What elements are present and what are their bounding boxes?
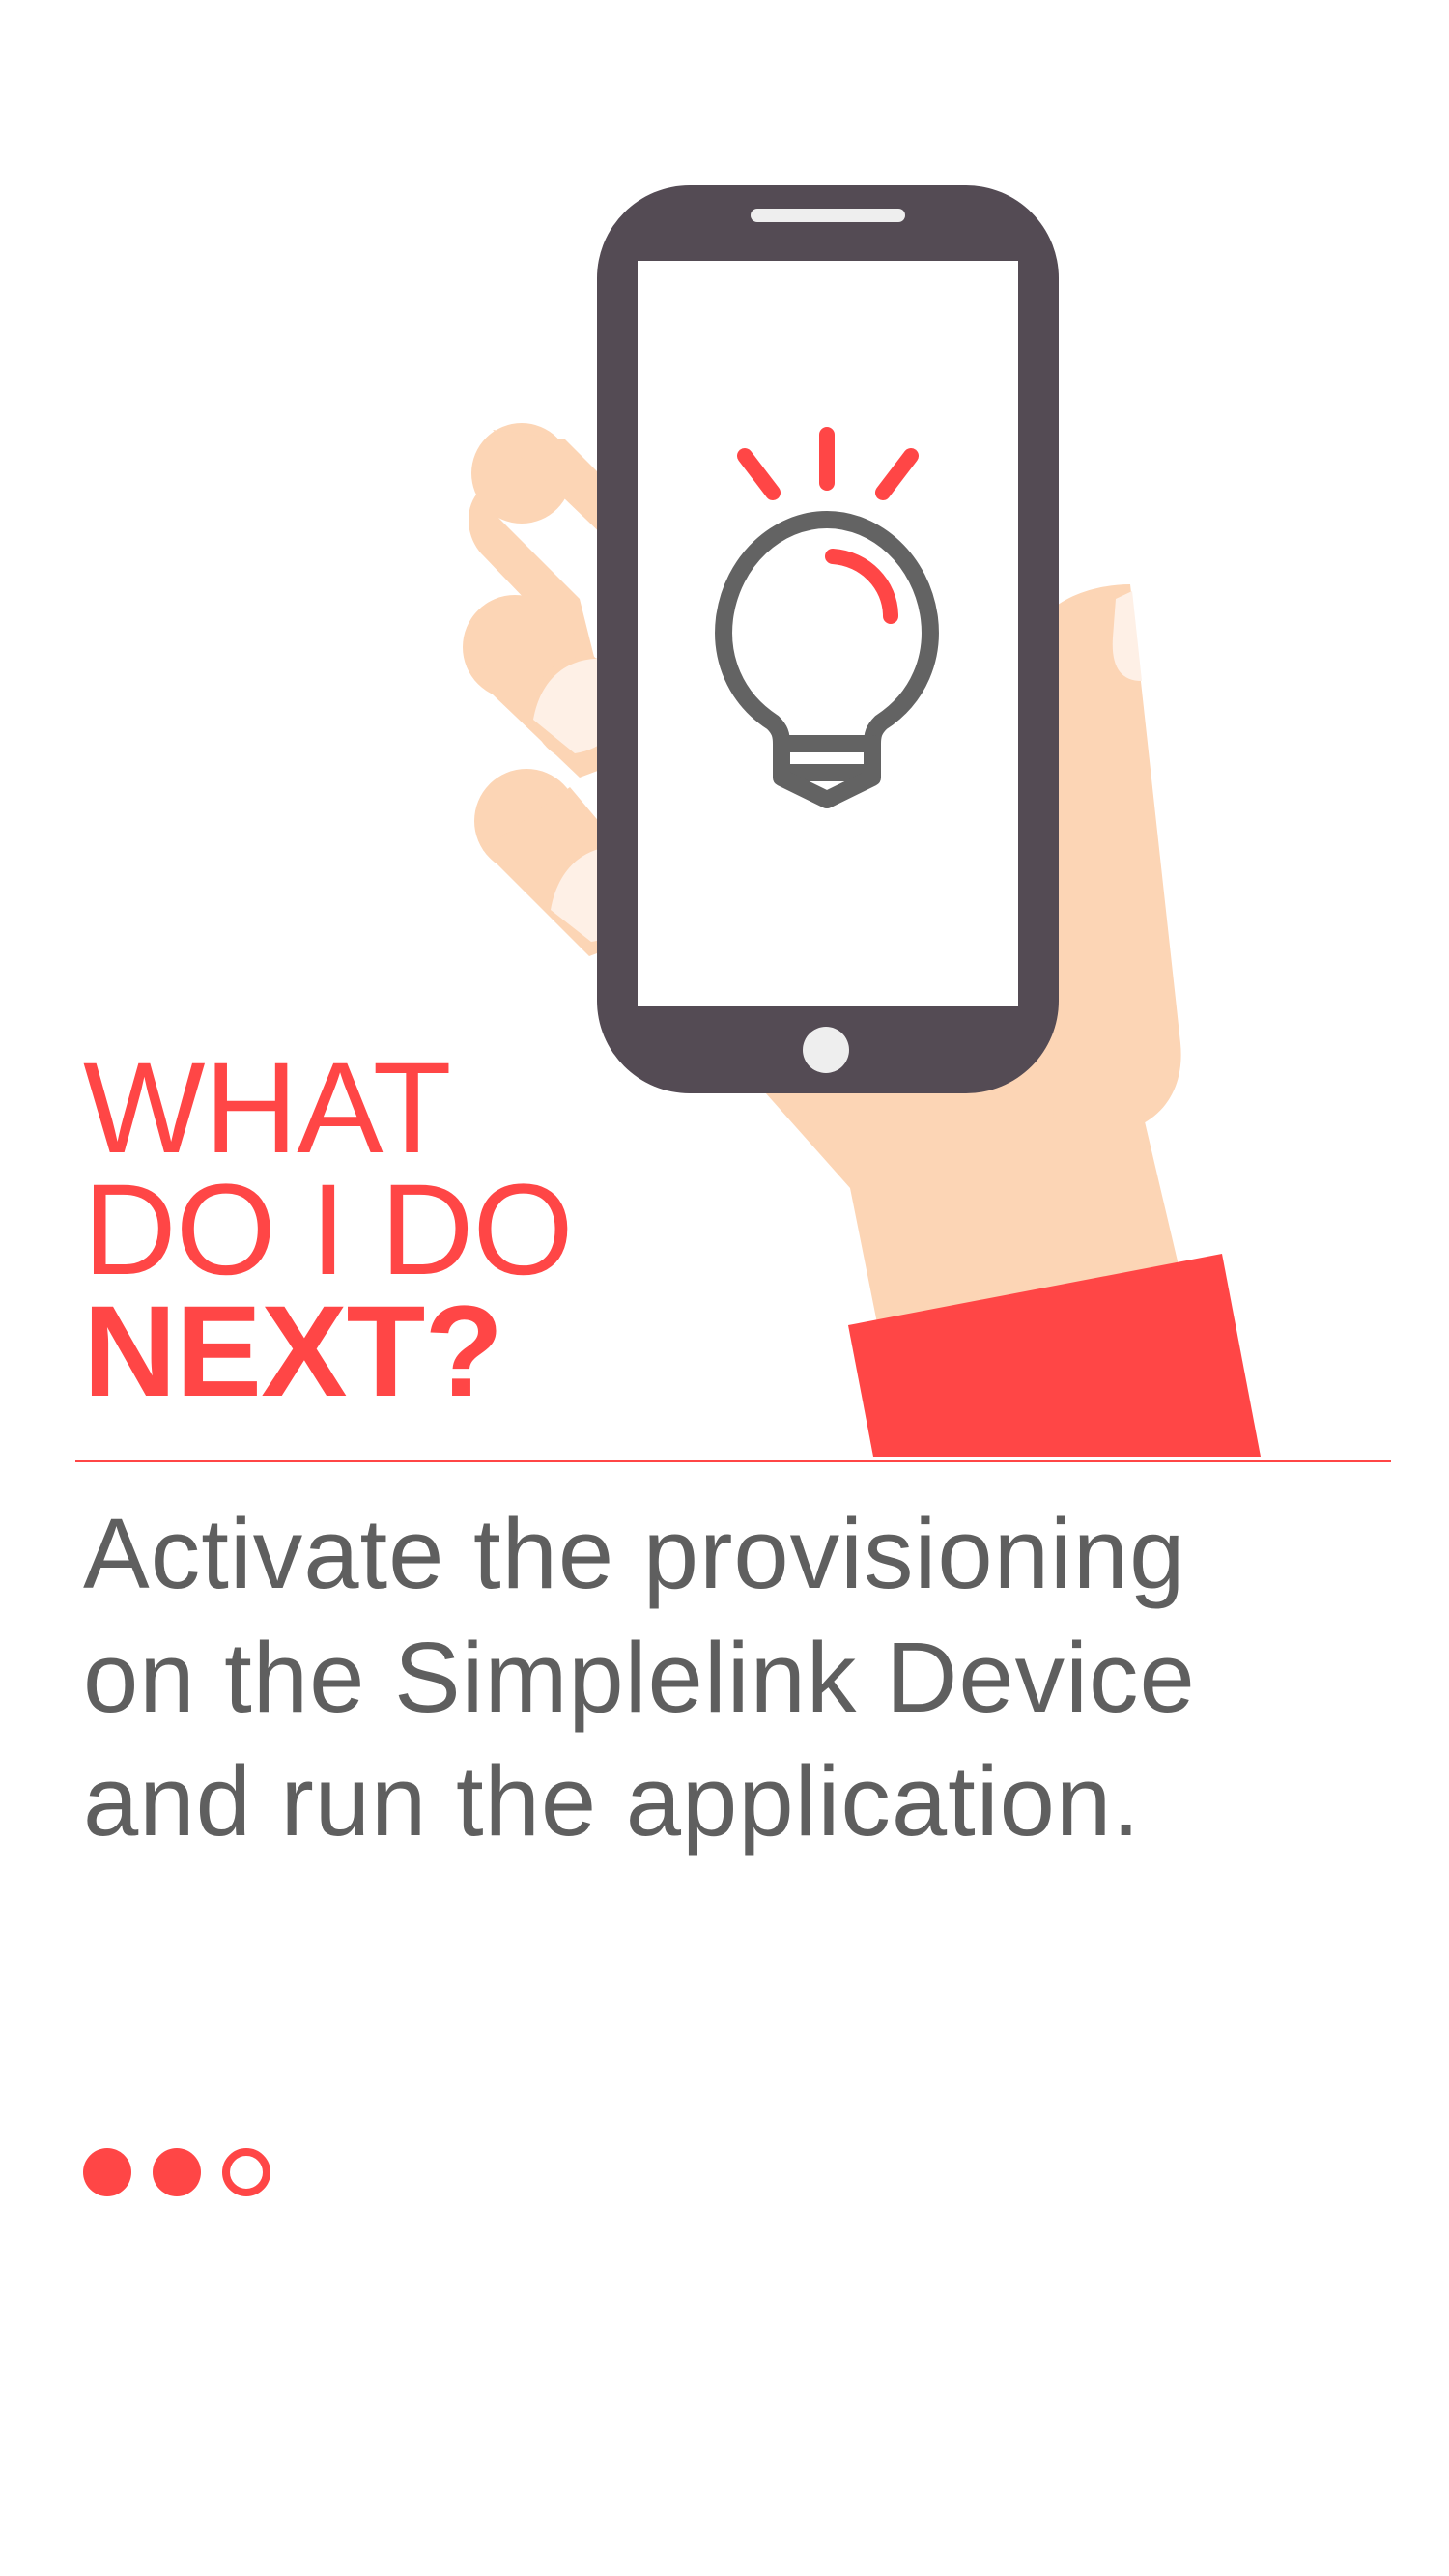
headline-line-3: NEXT? [83, 1280, 503, 1424]
headline-line-1: WHAT [83, 1036, 452, 1180]
phone-screen [638, 261, 1018, 1006]
instruction-line-1: Activate the provisioning [83, 1498, 1186, 1609]
page-indicator[interactable] [83, 2146, 270, 2198]
headline-line-2: DO I DO [83, 1158, 574, 1302]
page-dot-2[interactable] [153, 2148, 201, 2196]
phone-speaker [751, 209, 905, 222]
thumb-shape [1041, 584, 1181, 1125]
divider [75, 1460, 1391, 1462]
instruction-text: Activate the provisioning on the Simplel… [83, 1492, 1378, 1863]
phone-home-button [803, 1027, 849, 1073]
page-dot-1[interactable] [83, 2148, 131, 2196]
instruction-line-3: and run the application. [83, 1745, 1141, 1856]
instruction-line-2: on the Simplelink Device [83, 1622, 1196, 1733]
headline: WHAT DO I DO NEXT? [83, 1036, 624, 1424]
page-dot-3-current[interactable] [222, 2148, 270, 2196]
